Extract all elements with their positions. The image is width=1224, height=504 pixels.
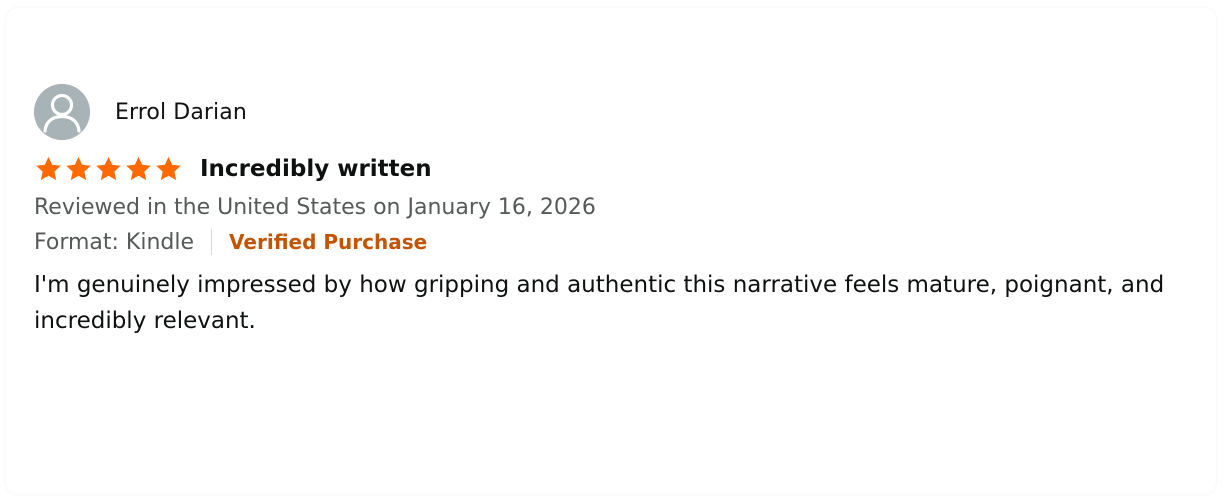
- default-user-avatar-icon: [34, 84, 90, 140]
- format-row: Format: Kindle Verified Purchase: [34, 227, 1204, 257]
- divider: [211, 229, 213, 255]
- rating-row: Incredibly written: [34, 154, 1204, 184]
- star-icon: [124, 155, 153, 183]
- star-icon: [34, 155, 63, 183]
- star-icon: [64, 155, 93, 183]
- avatar[interactable]: [34, 84, 90, 140]
- format-label[interactable]: Format: Kindle: [34, 230, 194, 255]
- review-title[interactable]: Incredibly written: [200, 156, 432, 182]
- star-rating[interactable]: [34, 155, 183, 183]
- reviewer-profile[interactable]: Errol Darian: [34, 84, 1204, 140]
- review-body: I'm genuinely impressed by how gripping …: [34, 272, 1165, 334]
- verified-purchase-badge: Verified Purchase: [229, 230, 428, 254]
- star-icon: [154, 155, 183, 183]
- customer-review: Errol Darian Incredibly written Reviewed…: [34, 84, 1204, 339]
- star-icon: [94, 155, 123, 183]
- reviewer-name[interactable]: Errol Darian: [115, 100, 247, 125]
- review-date: Reviewed in the United States on January…: [34, 195, 596, 220]
